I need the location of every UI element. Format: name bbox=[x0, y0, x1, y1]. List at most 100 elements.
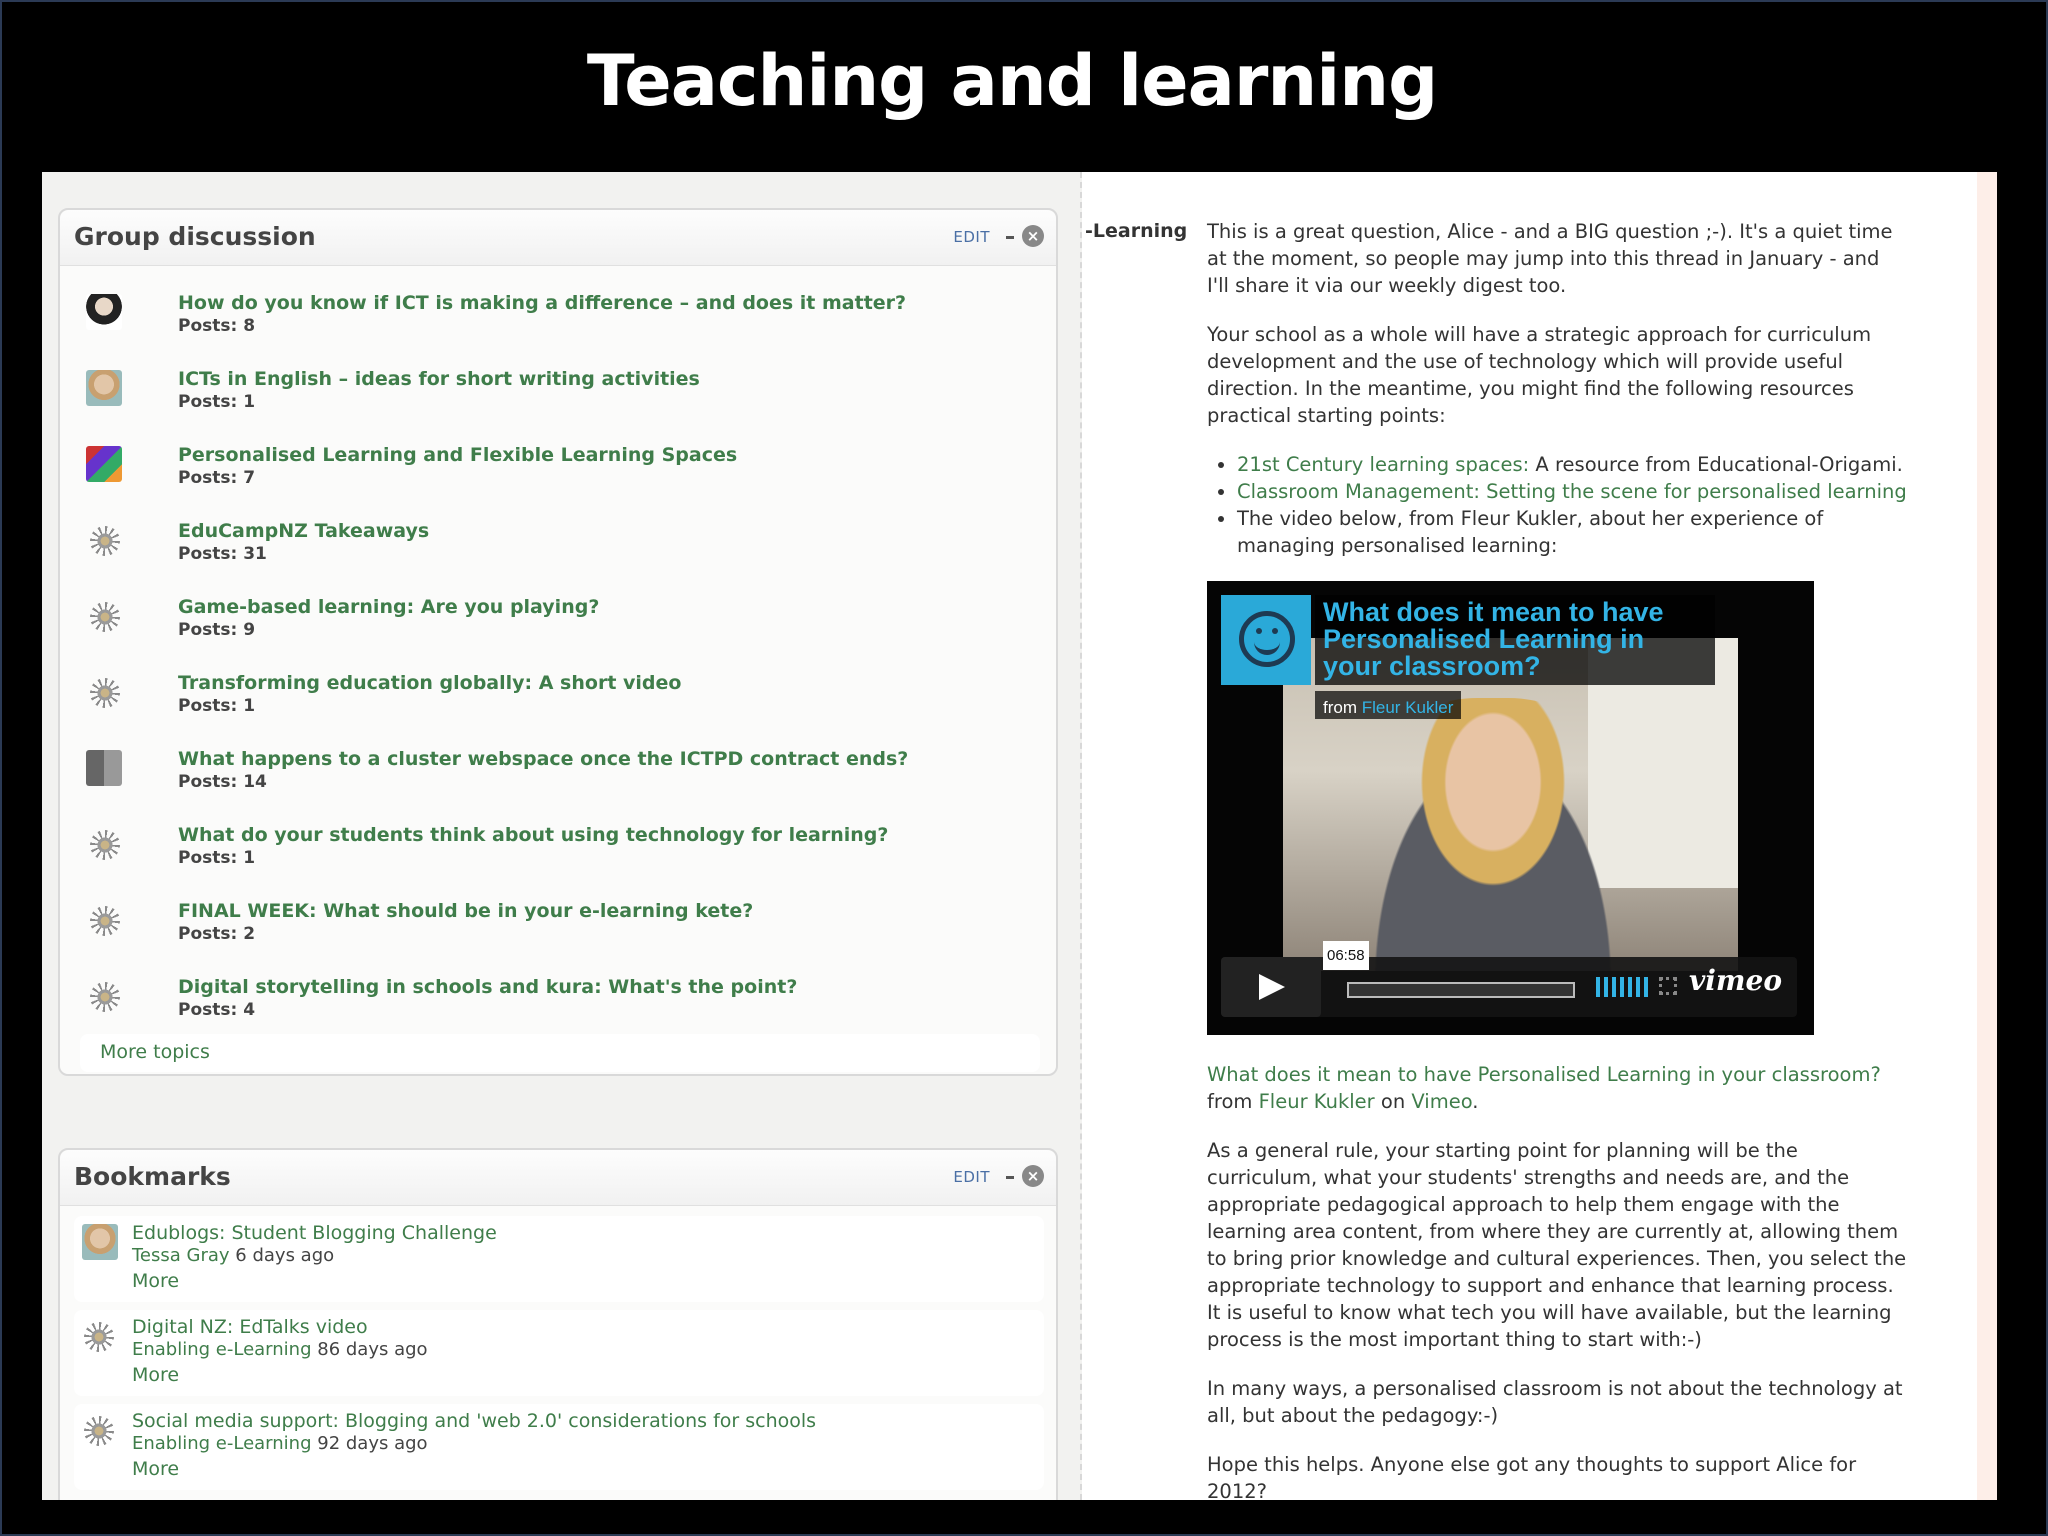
topic-link[interactable]: What happens to a cluster webspace once … bbox=[178, 748, 908, 770]
bookmark-link[interactable]: Social media support: Blogging and 'web … bbox=[132, 1410, 816, 1432]
post-paragraph: This is a great question, Alice - and a … bbox=[1207, 220, 1893, 297]
topic-link[interactable]: Personalised Learning and Flexible Learn… bbox=[178, 444, 737, 466]
list-item: What happens to a cluster webspace once … bbox=[80, 748, 1040, 808]
resource-list: 21st Century learning spaces: A resource… bbox=[1237, 451, 1907, 559]
panel-header: Bookmarks EDIT × bbox=[60, 1150, 1056, 1206]
list-item: ICTs in English – ideas for short writin… bbox=[80, 368, 1040, 428]
close-icon[interactable]: × bbox=[1022, 1165, 1044, 1187]
sparkle-avatar-icon bbox=[90, 526, 120, 556]
edit-link[interactable]: EDIT bbox=[953, 1168, 990, 1186]
timecode: 06:58 bbox=[1323, 941, 1369, 970]
post-paragraph: Your school as a whole will have a strat… bbox=[1207, 323, 1872, 427]
bookmark-meta: Enabling e-Learning 86 days ago bbox=[132, 1339, 428, 1360]
caption-on: on bbox=[1374, 1090, 1412, 1113]
post-count: Posts: 1 bbox=[178, 848, 256, 868]
post-count: Posts: 8 bbox=[178, 316, 256, 336]
collapse-icon[interactable] bbox=[1006, 1176, 1014, 1179]
bookmark-item: Edublogs: Student Blogging Challenge Tes… bbox=[74, 1216, 1044, 1302]
bookmark-item: Digital NZ: EdTalks video Enabling e-Lea… bbox=[74, 1310, 1044, 1396]
post-count: Posts: 1 bbox=[178, 392, 256, 412]
presenter-image bbox=[1343, 698, 1643, 971]
smiley-icon bbox=[1239, 611, 1295, 667]
caption-author-link[interactable]: Fleur Kukler bbox=[1259, 1090, 1375, 1113]
from-label: from bbox=[1323, 698, 1362, 717]
sparkle-avatar-icon bbox=[90, 830, 120, 860]
video-frame bbox=[1283, 638, 1738, 971]
topic-link[interactable]: ICTs in English – ideas for short writin… bbox=[178, 368, 700, 390]
sparkle-avatar-icon bbox=[84, 1416, 114, 1446]
caption-video-link[interactable]: What does it mean to have Personalised L… bbox=[1207, 1063, 1881, 1086]
bookmark-author[interactable]: Enabling e-Learning bbox=[132, 1433, 312, 1454]
list-item: The video below, from Fleur Kukler, abou… bbox=[1237, 505, 1907, 559]
post-count: Posts: 1 bbox=[178, 696, 256, 716]
more-link[interactable]: More bbox=[132, 1270, 179, 1292]
panel-title: Group discussion bbox=[74, 222, 316, 251]
list-item: Transforming education globally: A short… bbox=[80, 672, 1040, 732]
post-paragraph: As a general rule, your starting point f… bbox=[1207, 1139, 1907, 1351]
list-item: How do you know if ICT is making a diffe… bbox=[80, 292, 1040, 352]
more-topics-link[interactable]: More topics bbox=[80, 1034, 1040, 1072]
topic-link[interactable]: Transforming education globally: A short… bbox=[178, 672, 681, 694]
bookmark-item: Social media support: Blogging and 'web … bbox=[74, 1404, 1044, 1490]
bookmark-link[interactable]: Digital NZ: EdTalks video bbox=[132, 1316, 368, 1338]
bookmark-author[interactable]: Enabling e-Learning bbox=[132, 1339, 312, 1360]
slide-frame: Teaching and learning Group discussion E… bbox=[0, 0, 2048, 1536]
post-count: Posts: 14 bbox=[178, 772, 267, 792]
resource-desc: The video below, from Fleur Kukler, abou… bbox=[1237, 507, 1824, 557]
more-link[interactable]: More bbox=[132, 1364, 179, 1386]
bookmark-meta: Tessa Gray 6 days ago bbox=[132, 1245, 334, 1266]
vimeo-logo[interactable]: vimeo bbox=[1689, 967, 1782, 995]
close-icon[interactable]: × bbox=[1022, 225, 1044, 247]
topic-link[interactable]: EduCampNZ Takeaways bbox=[178, 520, 429, 542]
progress-bar[interactable] bbox=[1347, 982, 1575, 998]
avatar bbox=[86, 294, 122, 330]
topic-link[interactable]: How do you know if ICT is making a diffe… bbox=[178, 292, 906, 314]
list-item: Personalised Learning and Flexible Learn… bbox=[80, 444, 1040, 504]
caption-site-link[interactable]: Vimeo bbox=[1411, 1090, 1472, 1113]
panel-header: Group discussion EDIT × bbox=[60, 210, 1056, 266]
bookmark-author[interactable]: Tessa Gray bbox=[132, 1245, 230, 1266]
topic-link[interactable]: FINAL WEEK: What should be in your e-lea… bbox=[178, 900, 753, 922]
avatar bbox=[86, 750, 122, 786]
list-item: Classroom Management: Setting the scene … bbox=[1237, 478, 1907, 505]
bookmark-age: 92 days ago bbox=[317, 1433, 428, 1454]
resource-link[interactable]: 21st Century learning spaces: bbox=[1237, 453, 1529, 476]
fullscreen-icon[interactable] bbox=[1659, 977, 1677, 995]
play-button[interactable] bbox=[1221, 957, 1321, 1017]
bookmarks-panel: Bookmarks EDIT × Edublogs: Student Blogg… bbox=[58, 1148, 1058, 1500]
list-item: Game-based learning: Are you playing? Po… bbox=[80, 596, 1040, 656]
bookmark-link[interactable]: Edublogs: Student Blogging Challenge bbox=[132, 1222, 497, 1244]
post-count: Posts: 7 bbox=[178, 468, 256, 488]
video-title[interactable]: What does it mean to have Personalised L… bbox=[1315, 595, 1715, 685]
list-item: Digital storytelling in schools and kura… bbox=[80, 976, 1040, 1036]
video-author-link[interactable]: Fleur Kukler bbox=[1362, 698, 1454, 717]
collapse-icon[interactable] bbox=[1006, 236, 1014, 239]
list-item: FINAL WEEK: What should be in your e-lea… bbox=[80, 900, 1040, 960]
panel-title: Bookmarks bbox=[74, 1162, 231, 1191]
more-link[interactable]: More bbox=[132, 1458, 179, 1480]
sparkle-avatar-icon bbox=[90, 906, 120, 936]
video-controls: 06:58 vimeo bbox=[1221, 941, 1797, 1017]
post-author-label: -Learning bbox=[1085, 220, 1188, 242]
post-count: Posts: 9 bbox=[178, 620, 256, 640]
list-item: What do your students think about using … bbox=[80, 824, 1040, 884]
post-count: Posts: 4 bbox=[178, 1000, 256, 1020]
topic-link[interactable]: Digital storytelling in schools and kura… bbox=[178, 976, 797, 998]
resource-link[interactable]: Classroom Management: Setting the scene … bbox=[1237, 480, 1907, 503]
sparkle-avatar-icon bbox=[90, 602, 120, 632]
video-byline: from Fleur Kukler bbox=[1315, 691, 1462, 719]
video-caption: What does it mean to have Personalised L… bbox=[1207, 1061, 1907, 1115]
resource-desc: A resource from Educational-Origami. bbox=[1529, 453, 1903, 476]
video-player[interactable]: What does it mean to have Personalised L… bbox=[1207, 581, 1814, 1035]
caption-end: . bbox=[1472, 1090, 1479, 1113]
topic-link[interactable]: What do your students think about using … bbox=[178, 824, 888, 846]
topic-link[interactable]: Game-based learning: Are you playing? bbox=[178, 596, 599, 618]
sparkle-avatar-icon bbox=[90, 982, 120, 1012]
avatar bbox=[82, 1224, 118, 1260]
avatar bbox=[86, 446, 122, 482]
post-paragraph: Hope this helps. Anyone else got any tho… bbox=[1207, 1453, 1857, 1500]
volume-icon[interactable] bbox=[1596, 977, 1648, 997]
post-count: Posts: 31 bbox=[178, 544, 267, 564]
forum-post-column: -Learning This is a great question, Alic… bbox=[1082, 172, 1997, 1500]
edit-link[interactable]: EDIT bbox=[953, 228, 990, 246]
